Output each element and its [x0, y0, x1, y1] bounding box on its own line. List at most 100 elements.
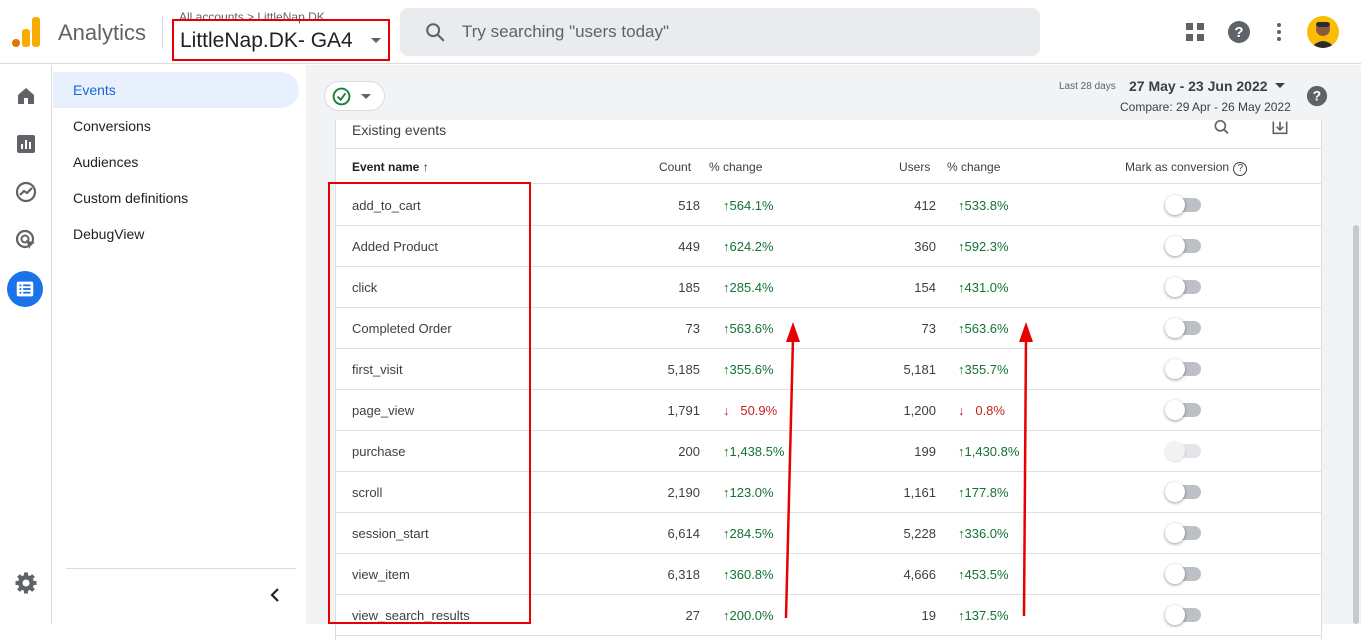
conversion-toggle[interactable]	[1165, 236, 1201, 256]
table-row[interactable]: scroll 2,190 ↑123.0% 1,161 ↑177.8%	[336, 472, 1321, 513]
table-row[interactable]: Added Product 449 ↑624.2% 360 ↑592.3%	[336, 226, 1321, 267]
search-input[interactable]	[462, 20, 1022, 44]
header-users[interactable]: Users	[899, 160, 930, 174]
table-row[interactable]: add_to_cart 518 ↑564.1% 412 ↑533.8%	[336, 185, 1321, 226]
event-name[interactable]: add_to_cart	[352, 198, 421, 213]
search-icon[interactable]	[1212, 120, 1232, 140]
count-change: ↓ 50.9%	[723, 403, 777, 418]
explore-icon[interactable]	[14, 180, 38, 204]
event-name[interactable]: first_visit	[352, 362, 403, 377]
analytics-logo-icon[interactable]	[12, 17, 40, 47]
info-icon[interactable]: ?	[1233, 162, 1248, 176]
event-users: 199	[914, 444, 936, 459]
compare-range: Compare: 29 Apr - 26 May 2022	[1120, 100, 1291, 114]
conversion-toggle[interactable]	[1165, 359, 1201, 379]
table-row[interactable]: Completed Order 73 ↑563.6% 73 ↑563.6%	[336, 308, 1321, 349]
event-name[interactable]: page_view	[352, 403, 414, 418]
event-name[interactable]: click	[352, 280, 377, 295]
date-range-label: Last 28 days	[1059, 81, 1116, 92]
users-change: ↑563.6%	[958, 321, 1009, 336]
users-change: ↑453.5%	[958, 567, 1009, 582]
users-change: ↑592.3%	[958, 239, 1009, 254]
users-change: ↑431.0%	[958, 280, 1009, 295]
app-name: Analytics	[58, 20, 147, 45]
configure-subnav: Events Conversions Audiences Custom defi…	[53, 65, 306, 624]
event-name[interactable]: Added Product	[352, 239, 438, 254]
event-count: 2,190	[667, 485, 700, 500]
header-count-change[interactable]: % change	[709, 160, 762, 174]
settings-gear-icon[interactable]	[14, 571, 38, 595]
header-count[interactable]: Count	[659, 160, 691, 174]
event-name[interactable]: session_start	[352, 526, 429, 541]
header-users-change[interactable]: % change	[947, 160, 1000, 174]
table-row[interactable]: purchase 200 ↑1,438.5% 199 ↑1,430.8%	[336, 431, 1321, 472]
reports-icon[interactable]	[14, 132, 38, 156]
table-row[interactable]: session_start 6,614 ↑284.5% 5,228 ↑336.0%	[336, 513, 1321, 554]
header-mark-conversion: Mark as conversion ?	[1125, 160, 1248, 176]
subnav-item-debugview[interactable]: DebugView	[53, 216, 299, 252]
search-icon	[426, 23, 445, 42]
help-icon[interactable]: ?	[1227, 20, 1251, 44]
avatar[interactable]	[1307, 16, 1339, 48]
property-name: LittleNap.DK- GA4	[180, 29, 353, 52]
event-users: 412	[914, 198, 936, 213]
count-change: ↑200.0%	[723, 608, 774, 623]
comparison-filter-chip[interactable]	[324, 81, 385, 111]
help-icon[interactable]: ?	[1306, 85, 1328, 107]
count-change-value: 284.5%	[729, 526, 774, 541]
collapse-chevron-icon[interactable]	[263, 583, 287, 607]
conversion-toggle[interactable]	[1165, 605, 1201, 625]
users-change-value: 533.8%	[964, 198, 1009, 213]
scrollbar[interactable]	[1353, 225, 1359, 624]
subnav-item-events[interactable]: Events	[53, 72, 299, 108]
table-row[interactable]: first_visit 5,185 ↑355.6% 5,181 ↑355.7%	[336, 349, 1321, 390]
users-change-value: 592.3%	[964, 239, 1009, 254]
subnav-item-custom-definitions[interactable]: Custom definitions	[53, 180, 299, 216]
users-change-value: 563.6%	[964, 321, 1009, 336]
conversion-toggle[interactable]	[1165, 318, 1201, 338]
users-change-value: 0.8%	[975, 403, 1005, 418]
table-row[interactable]: view_search_results 27 ↑200.0% 19 ↑137.5%	[336, 595, 1321, 636]
sort-arrow-up-icon: ↑	[422, 160, 429, 174]
advertising-icon[interactable]	[14, 228, 38, 252]
apps-grid-icon[interactable]	[1183, 20, 1207, 44]
table-row[interactable]: page_view 1,791 ↓ 50.9% 1,200 ↓ 0.8%	[336, 390, 1321, 431]
header-event-name[interactable]: Event name ↑	[352, 160, 429, 174]
users-change: ↑137.5%	[958, 608, 1009, 623]
event-count: 449	[678, 239, 700, 254]
home-icon[interactable]	[14, 84, 38, 108]
count-change-value: 355.6%	[729, 362, 774, 377]
event-name[interactable]: purchase	[352, 444, 405, 459]
count-change: ↑1,438.5%	[723, 444, 784, 459]
download-icon[interactable]	[1270, 120, 1290, 140]
conversion-toggle[interactable]	[1165, 400, 1201, 420]
conversion-toggle[interactable]	[1165, 277, 1201, 297]
count-change-value: 624.2%	[729, 239, 774, 254]
count-change-value: 123.0%	[729, 485, 774, 500]
event-name[interactable]: scroll	[352, 485, 382, 500]
users-change-value: 137.5%	[964, 608, 1009, 623]
event-count: 5,185	[667, 362, 700, 377]
users-change-value: 336.0%	[964, 526, 1009, 541]
conversion-toggle[interactable]	[1165, 564, 1201, 584]
date-caret-icon[interactable]	[1275, 83, 1285, 88]
date-range-picker[interactable]: 27 May - 23 Jun 2022	[1129, 78, 1268, 94]
configure-nav-item[interactable]	[7, 271, 43, 307]
subnav-item-conversions[interactable]: Conversions	[53, 108, 299, 144]
event-name[interactable]: view_item	[352, 567, 410, 582]
table-row[interactable]: view_item 6,318 ↑360.8% 4,666 ↑453.5%	[336, 554, 1321, 595]
event-name[interactable]: Completed Order	[352, 321, 452, 336]
conversion-toggle[interactable]	[1165, 482, 1201, 502]
search-bar[interactable]	[400, 8, 1040, 56]
event-users: 360	[914, 239, 936, 254]
table-row[interactable]: click 185 ↑285.4% 154 ↑431.0%	[336, 267, 1321, 308]
conversion-toggle[interactable]	[1165, 195, 1201, 215]
conversion-toggle[interactable]	[1165, 523, 1201, 543]
left-nav-rail	[0, 65, 52, 624]
event-name[interactable]: view_search_results	[352, 608, 470, 623]
more-vert-icon[interactable]	[1267, 20, 1291, 44]
users-change-value: 453.5%	[964, 567, 1009, 582]
property-selector[interactable]: LittleNap.DK- GA4	[172, 19, 390, 61]
main-content: Last 28 days 27 May - 23 Jun 2022 Compar…	[306, 65, 1361, 640]
subnav-item-audiences[interactable]: Audiences	[53, 144, 299, 180]
